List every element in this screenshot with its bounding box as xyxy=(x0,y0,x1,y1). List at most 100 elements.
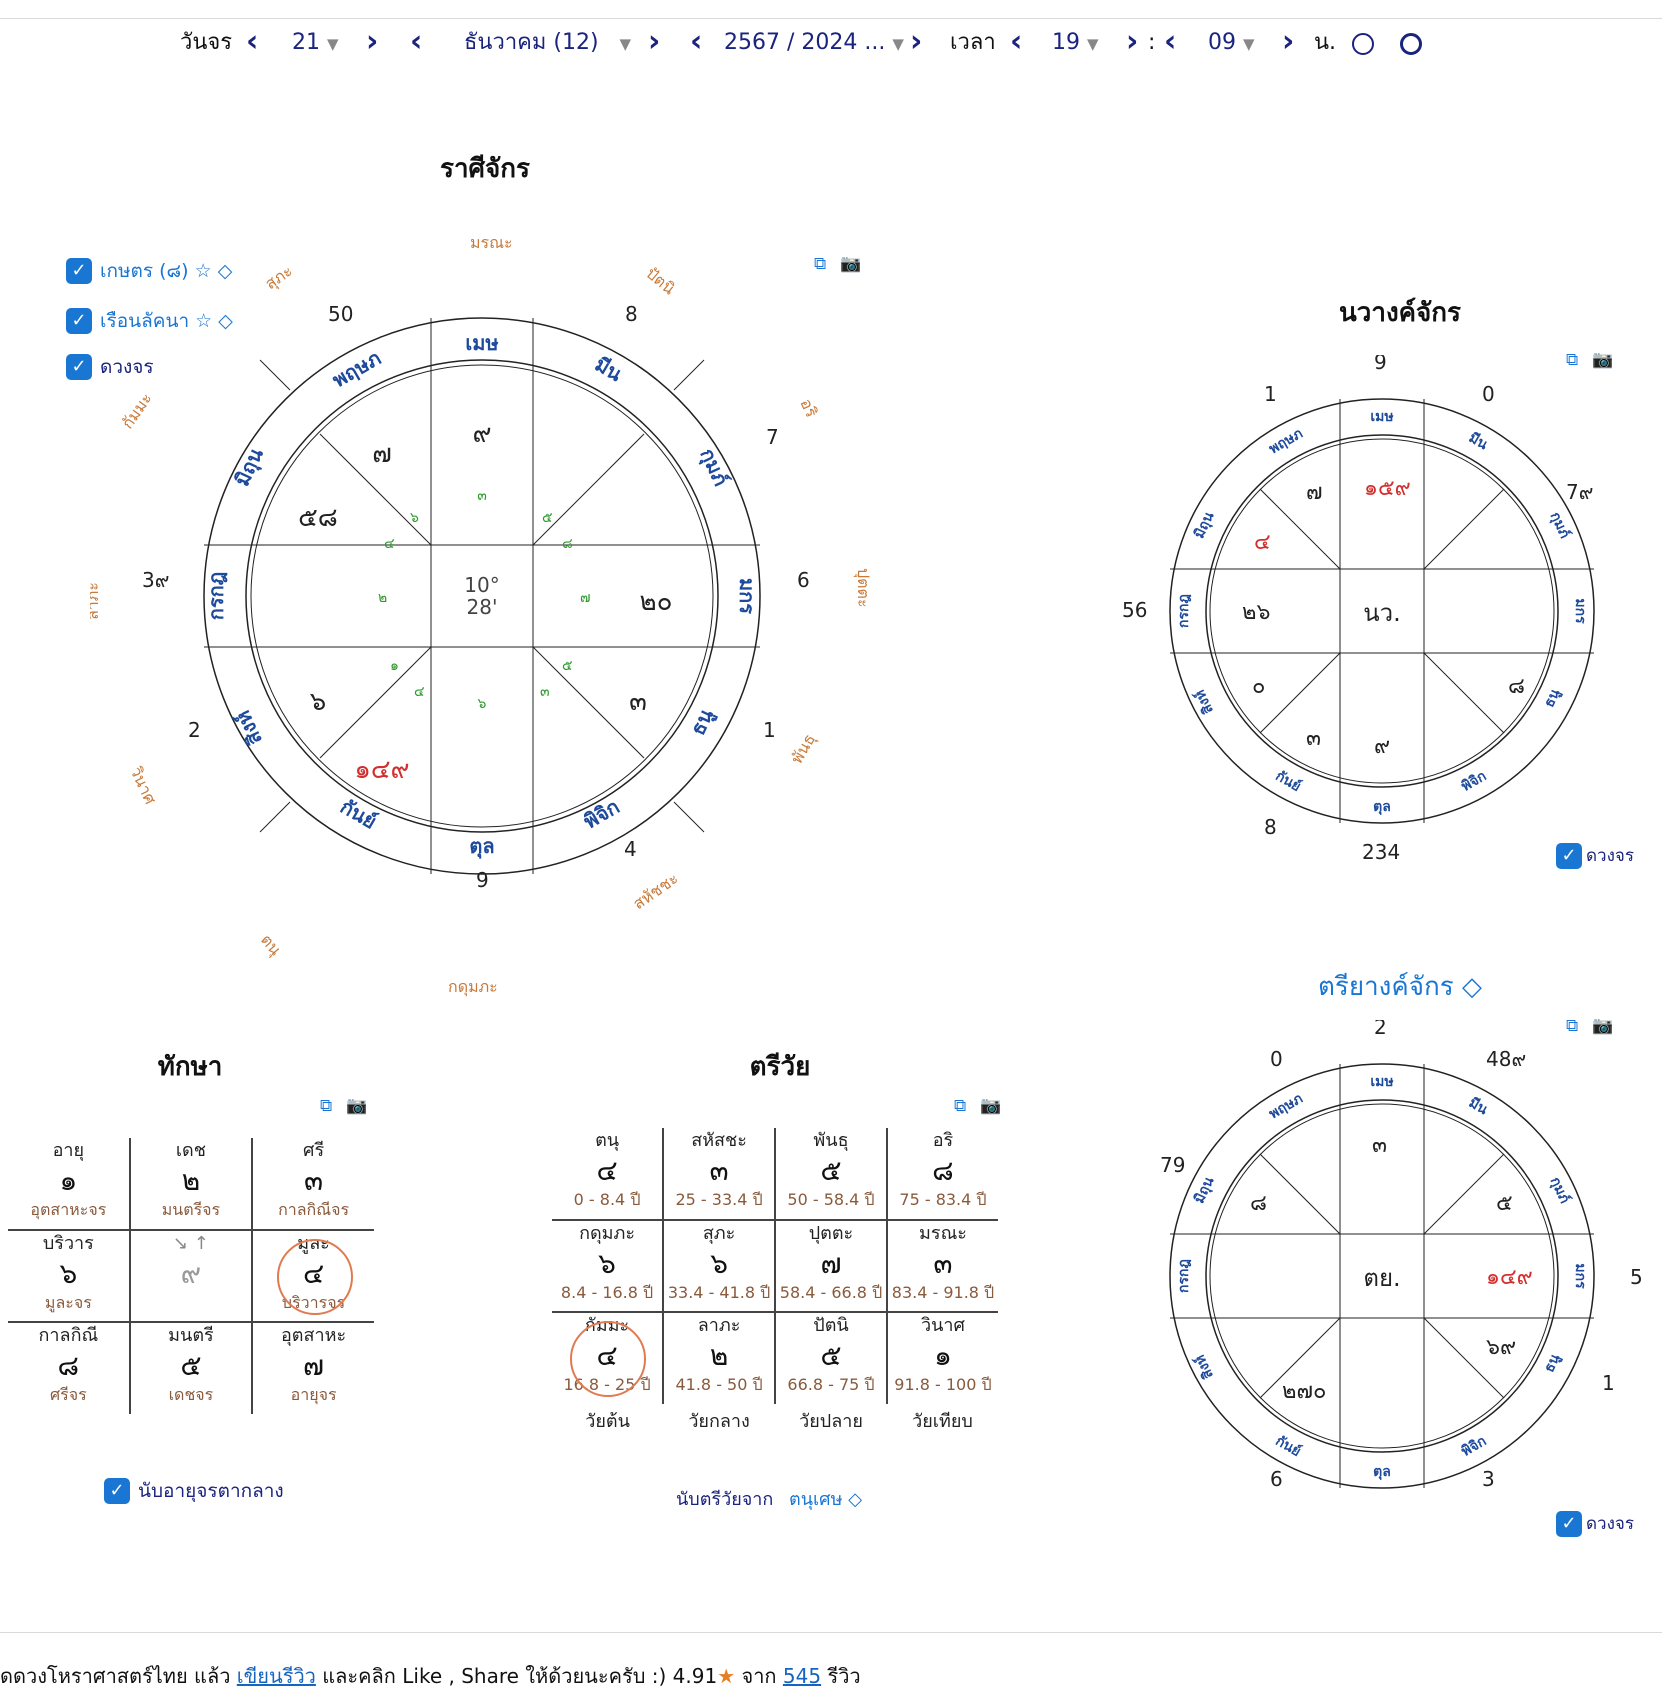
sign-tul: ตุล xyxy=(1373,799,1391,815)
sign-sing: สิงห์ xyxy=(1191,687,1217,717)
rasi-title: ราศีจักร xyxy=(439,154,530,184)
outer-number: 50 xyxy=(328,302,353,326)
month-select[interactable]: ธันวาคม (12) ▼ xyxy=(464,26,631,60)
outer-number: 56 xyxy=(1122,598,1147,622)
small-number: ๑ xyxy=(390,658,399,674)
sign-tul: ตุล xyxy=(1373,1464,1391,1480)
sign-makon: มกร xyxy=(1572,598,1588,624)
sign-min: มีน xyxy=(1466,430,1491,453)
planet-cell: ๖๙ xyxy=(1486,1335,1516,1360)
sign-kum: กุมภ์ xyxy=(1547,509,1574,541)
sign-karakot: กรกฎ xyxy=(1176,1259,1192,1293)
house-name: สุภะ xyxy=(261,261,296,294)
navang-duangjon-checkbox[interactable]: ✓ ดวงจร xyxy=(1556,842,1634,869)
small-number: ๕ xyxy=(562,658,573,674)
age-label: วัยกลาง xyxy=(688,1411,750,1432)
open-external-icon[interactable]: ⧉ xyxy=(954,1096,966,1116)
planet-cell: ๑๔๙ xyxy=(1486,1265,1533,1290)
triwai-cell: กดุมภะ๖ 8.4 - 16.8 ปี xyxy=(552,1220,665,1313)
camera-icon[interactable]: 📷 xyxy=(346,1096,367,1116)
planet-cell: ๒๐ xyxy=(639,587,672,617)
sign-mes: เมษ xyxy=(1370,409,1393,425)
sign-makon: มกร xyxy=(1572,1263,1588,1289)
outer-number: 2 xyxy=(188,718,201,742)
house-name: สหัชชะ xyxy=(629,869,681,914)
planet-cell: ๖ xyxy=(310,687,327,717)
date-bar: วันจร ‹ 21 ▼ › ‹ ธันวาคม (12) ▼ › ‹ 2567… xyxy=(0,26,1662,60)
minute-prev-icon[interactable]: ‹ xyxy=(1164,26,1176,60)
age-label: วัยต้น xyxy=(585,1411,630,1432)
month-prev-icon[interactable]: ‹ xyxy=(410,26,422,60)
outer-number: 0 xyxy=(1482,382,1495,406)
sign-pijik: พิจิก xyxy=(579,794,623,833)
day-next-icon[interactable]: › xyxy=(366,26,378,60)
triwai-toolbar: ⧉ 📷 xyxy=(940,1096,1001,1116)
day-select[interactable]: 21 ▼ xyxy=(292,26,339,60)
sign-mithun: มิถุน xyxy=(1191,509,1217,541)
triwai-count-row: นับตรีวัยจาก ตนุเศษ ◇ xyxy=(676,1484,862,1513)
taksa-cell: กาลกิณี๘ศรีจร xyxy=(8,1322,131,1414)
star-icon: ★ xyxy=(717,1664,736,1688)
month-next-icon[interactable]: › xyxy=(648,26,660,60)
taksa-cell: อุตสาหะ๗อายุจร xyxy=(281,1325,347,1404)
sign-kan: กันย์ xyxy=(1273,767,1304,795)
hour-next-icon[interactable]: › xyxy=(1126,26,1138,60)
sign-min: มีน xyxy=(1466,1095,1491,1118)
taksa-toolbar: ⧉ 📷 xyxy=(306,1096,367,1116)
taksa-count-checkbox[interactable]: ✓ นับอายุจรตากลาง xyxy=(104,1476,284,1506)
planet-cell: ๐ xyxy=(1252,674,1265,699)
outer-number: 1 xyxy=(1602,1371,1615,1395)
clock-icon[interactable] xyxy=(1352,26,1374,60)
hour-prev-icon[interactable]: ‹ xyxy=(1010,26,1022,60)
taksa-center-cell: ↘ ↑ ๙ xyxy=(129,1230,254,1323)
year-next-icon[interactable]: › xyxy=(910,26,922,60)
sign-sing: สิงห์ xyxy=(230,707,267,749)
sign-mithun: มิถุน xyxy=(230,444,269,490)
taksa-cell: มนตรี๕เดชจร xyxy=(129,1322,254,1414)
sign-makon: มกร xyxy=(735,578,759,614)
minute-select[interactable]: 09 ▼ xyxy=(1208,26,1255,60)
year-select[interactable]: 2567 / 2024 ... ▼ xyxy=(724,26,904,60)
outer-number: 234 xyxy=(1362,840,1400,864)
minute-next-icon[interactable]: › xyxy=(1282,26,1294,60)
planet-cell: ๙ xyxy=(1374,734,1390,759)
day-prev-icon[interactable]: ‹ xyxy=(246,26,258,60)
hour-select[interactable]: 19 ▼ xyxy=(1052,26,1099,60)
sign-tanu: ธนู xyxy=(1541,1351,1563,1375)
time-unit: น. xyxy=(1314,30,1337,55)
camera-icon[interactable]: 📷 xyxy=(980,1096,1001,1116)
sign-kum: กุมภ์ xyxy=(1547,1174,1574,1206)
triwai-count-select[interactable]: ตนุเศษ ◇ xyxy=(789,1489,862,1510)
review-count-link[interactable]: 545 xyxy=(783,1664,821,1688)
taksa-cell: มูละ๔บริวารจร xyxy=(252,1230,374,1323)
triyang-chart: เมษ พฤษภ มิถุน กรกฎ สิงห์ กันย์ ตุล พิจิ… xyxy=(1160,1020,1643,1491)
sign-kan: กันย์ xyxy=(1273,1432,1304,1460)
triyang-title[interactable]: ตรียางค์จักร ◇ xyxy=(1310,966,1490,1007)
age-label: วัยเทียบ xyxy=(912,1411,973,1432)
house-name: อริ xyxy=(796,396,821,421)
taksa-table: อายุ๑อุตสาหะจร เดช๒มนตรีจร ศรี๓กาลกิณีจร… xyxy=(8,1138,374,1414)
outer-number: 1 xyxy=(1264,382,1277,406)
planet-cell: ๒๖ xyxy=(1242,600,1270,625)
sign-mes: เมษ xyxy=(465,331,498,355)
triwai-cell: สหัสชะ๓ 25 - 33.4 ปี xyxy=(663,1128,777,1221)
taksa-cell: บริวาร๖มูละจร xyxy=(8,1230,131,1323)
target-icon[interactable] xyxy=(1400,26,1422,60)
planet-cell: ๗ xyxy=(372,439,392,469)
planet-cell: ๒๗๐ xyxy=(1282,1379,1326,1404)
small-number: ๔ xyxy=(384,536,395,552)
taksa-cell: ศรี๓กาลกิณีจร xyxy=(252,1138,374,1231)
open-external-icon[interactable]: ⧉ xyxy=(320,1096,332,1116)
small-number: ๓ xyxy=(540,684,550,700)
write-review-link[interactable]: เขียนรีวิว xyxy=(237,1664,316,1688)
planet-cell: ๘ xyxy=(1250,1191,1267,1216)
triyang-duangjon-checkbox[interactable]: ✓ ดวงจร xyxy=(1556,1510,1634,1537)
year-prev-icon[interactable]: ‹ xyxy=(690,26,702,60)
planet-cell: ๓ xyxy=(629,687,647,717)
footer-divider xyxy=(0,1632,1662,1633)
planet-cell: ๙ xyxy=(472,419,491,449)
planet-cell: ๕๘ xyxy=(298,503,338,533)
outer-number: 3 xyxy=(1482,1467,1495,1491)
triwai-cell: ปุตตะ๗ 58.4 - 66.8 ปี xyxy=(775,1220,888,1313)
triwai-cell: ปัตนิ๕ 66.8 - 75 ปี xyxy=(775,1312,888,1404)
